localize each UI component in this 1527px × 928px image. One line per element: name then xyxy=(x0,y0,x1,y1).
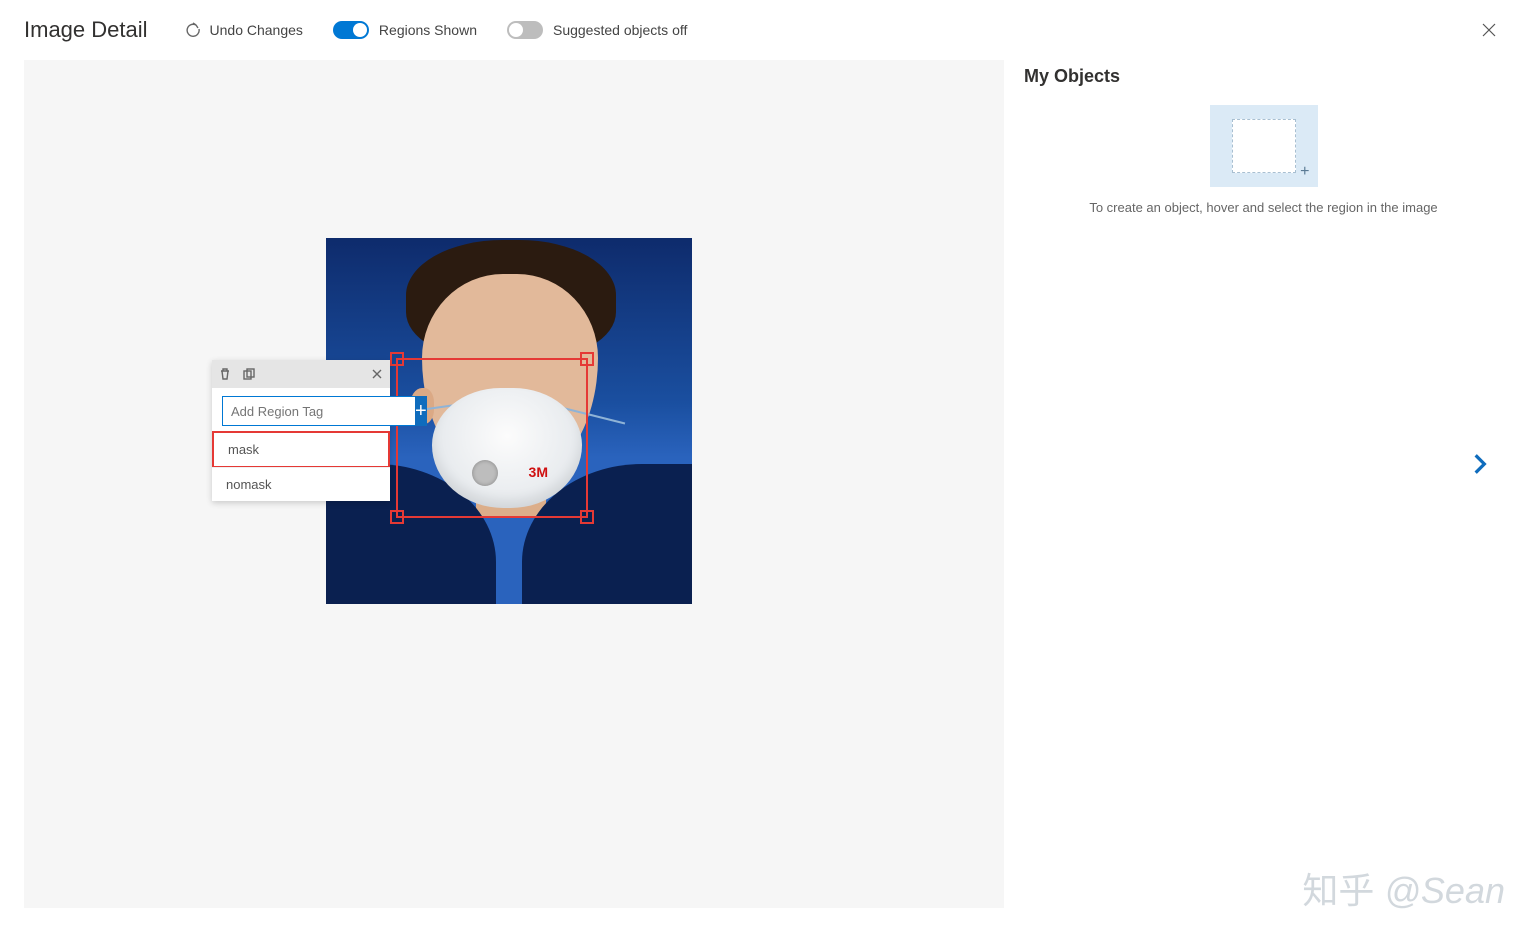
undo-label: Undo Changes xyxy=(210,22,303,38)
create-object-placeholder[interactable]: + xyxy=(1210,105,1318,187)
undo-icon xyxy=(186,22,202,38)
page-title: Image Detail xyxy=(24,17,148,43)
suggested-objects-toggle[interactable] xyxy=(507,21,543,39)
plus-icon: + xyxy=(415,401,427,421)
tag-option-mask[interactable]: mask xyxy=(212,431,390,468)
resize-handle-tr[interactable] xyxy=(580,352,594,366)
image-canvas[interactable]: 3M xyxy=(24,60,1004,908)
delete-region-button[interactable] xyxy=(218,367,232,381)
resize-handle-tl[interactable] xyxy=(390,352,404,366)
close-popup-button[interactable] xyxy=(370,367,384,381)
resize-handle-br[interactable] xyxy=(580,510,594,524)
resize-handle-bl[interactable] xyxy=(390,510,404,524)
duplicate-region-button[interactable] xyxy=(242,367,256,381)
suggested-objects-label: Suggested objects off xyxy=(553,22,687,38)
undo-changes-button[interactable]: Undo Changes xyxy=(186,22,303,38)
close-button[interactable] xyxy=(1475,18,1503,46)
close-icon xyxy=(1479,20,1499,45)
tag-popup: + mask nomask xyxy=(212,360,390,501)
plus-icon: + xyxy=(1300,163,1309,181)
regions-shown-toggle[interactable] xyxy=(333,21,369,39)
add-region-tag-input[interactable] xyxy=(222,396,415,426)
tag-option-nomask[interactable]: nomask xyxy=(212,467,390,501)
regions-shown-label: Regions Shown xyxy=(379,22,477,38)
create-object-help-text: To create an object, hover and select th… xyxy=(1024,199,1503,217)
watermark: 知乎@Sean xyxy=(1302,862,1505,914)
my-objects-title: My Objects xyxy=(1024,66,1503,87)
next-image-button[interactable] xyxy=(1467,451,1493,477)
add-tag-button[interactable]: + xyxy=(415,396,427,426)
chevron-right-icon xyxy=(1467,464,1493,481)
region-bounding-box[interactable] xyxy=(396,358,588,518)
